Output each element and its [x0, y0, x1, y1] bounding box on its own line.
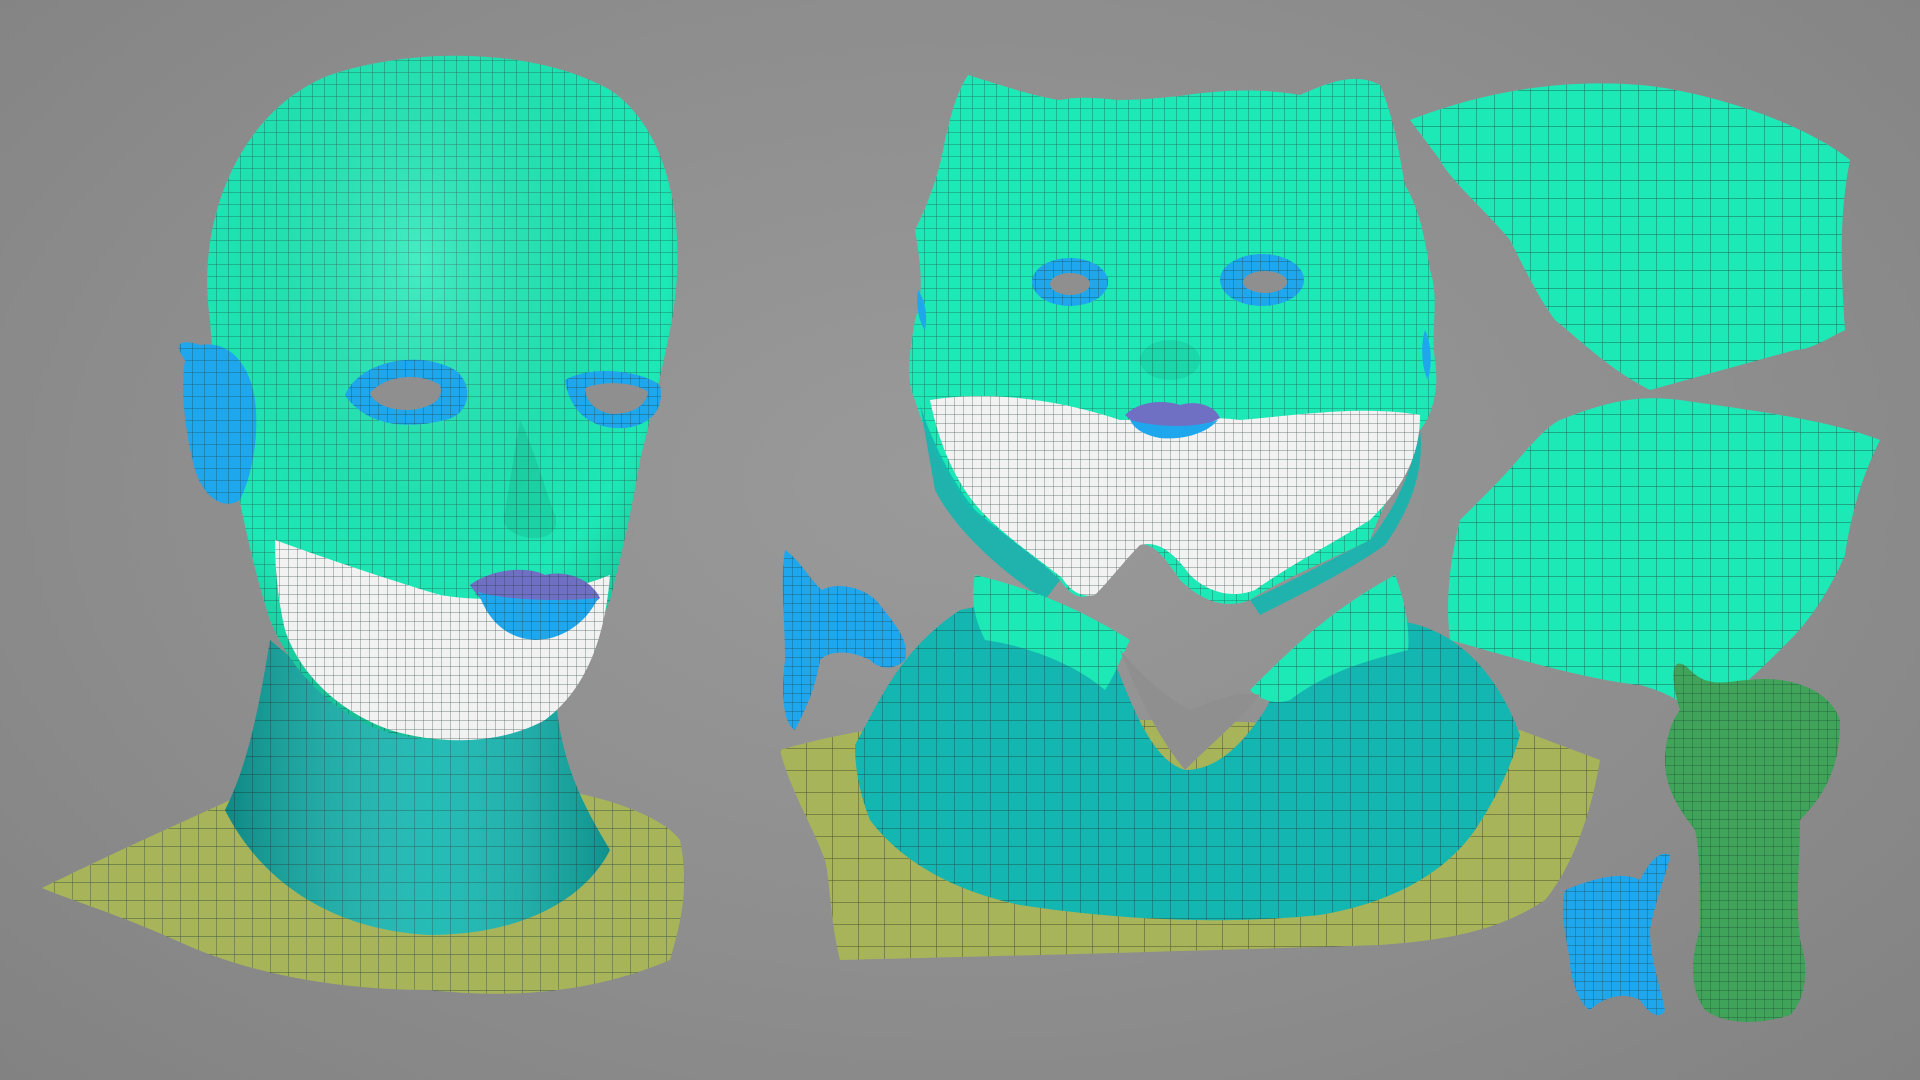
uv-right-eye: [1220, 254, 1304, 306]
uv-nose: [1140, 340, 1200, 380]
viewport: [0, 0, 1920, 1080]
uv-mouth-island: [1665, 663, 1840, 1022]
uv-layout: [780, 75, 1880, 1022]
uv-scalp-island-2: [1448, 398, 1880, 715]
uv-ear-island-2: [1562, 853, 1670, 1016]
head-model: [42, 55, 685, 994]
uv-scalp-island-1: [1410, 83, 1850, 391]
uv-left-eye: [1032, 258, 1108, 306]
scene-canvas: [42, 55, 1880, 1022]
uv-face-island: [909, 75, 1437, 615]
